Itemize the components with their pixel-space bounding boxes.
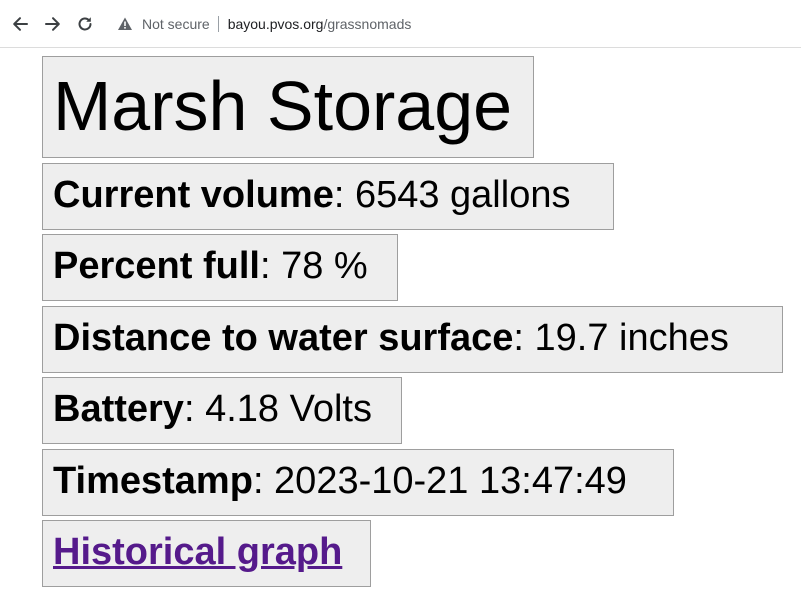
historical-graph-link[interactable]: Historical graph <box>53 531 342 573</box>
current-volume-row: Current volume: 6543 gallons <box>42 163 614 230</box>
current-volume-value: : 6543 gallons <box>333 174 571 216</box>
browser-toolbar: Not secure bayou.pvos.org/grassnomads <box>0 0 801 48</box>
security-status-label[interactable]: Not secure <box>142 16 210 32</box>
timestamp-label: Timestamp <box>53 460 253 502</box>
percent-full-row: Percent full: 78 % <box>42 234 398 301</box>
battery-row: Battery: 4.18 Volts <box>42 377 402 444</box>
url-host: bayou.pvos.org <box>227 16 324 32</box>
reload-icon <box>78 17 92 31</box>
address-bar[interactable]: Not secure bayou.pvos.org/grassnomads <box>108 7 801 41</box>
percent-full-value: : 78 % <box>259 245 368 287</box>
back-button[interactable] <box>10 14 30 34</box>
page-title: Marsh Storage <box>42 56 534 158</box>
url-path: /grassnomads <box>323 16 412 32</box>
omnibox-divider <box>217 16 219 32</box>
percent-full-label: Percent full <box>53 245 260 287</box>
warning-icon[interactable] <box>116 15 134 33</box>
historical-graph-row: Historical graph <box>42 520 371 587</box>
distance-label: Distance to water surface <box>53 317 514 359</box>
battery-value: : 4.18 Volts <box>183 388 372 430</box>
battery-label: Battery <box>53 388 184 430</box>
timestamp-row: Timestamp: 2023-10-21 13:47:49 <box>42 449 674 516</box>
reload-button[interactable] <box>75 14 95 34</box>
arrow-left-icon <box>13 17 28 31</box>
distance-value: : 19.7 inches <box>513 317 729 359</box>
arrow-right-icon <box>45 17 60 31</box>
timestamp-value: : 2023-10-21 13:47:49 <box>252 460 627 502</box>
distance-row: Distance to water surface: 19.7 inches <box>42 306 783 373</box>
current-volume-label: Current volume <box>53 174 334 216</box>
url-text[interactable]: bayou.pvos.org/grassnomads <box>228 16 412 32</box>
forward-button[interactable] <box>43 14 63 34</box>
